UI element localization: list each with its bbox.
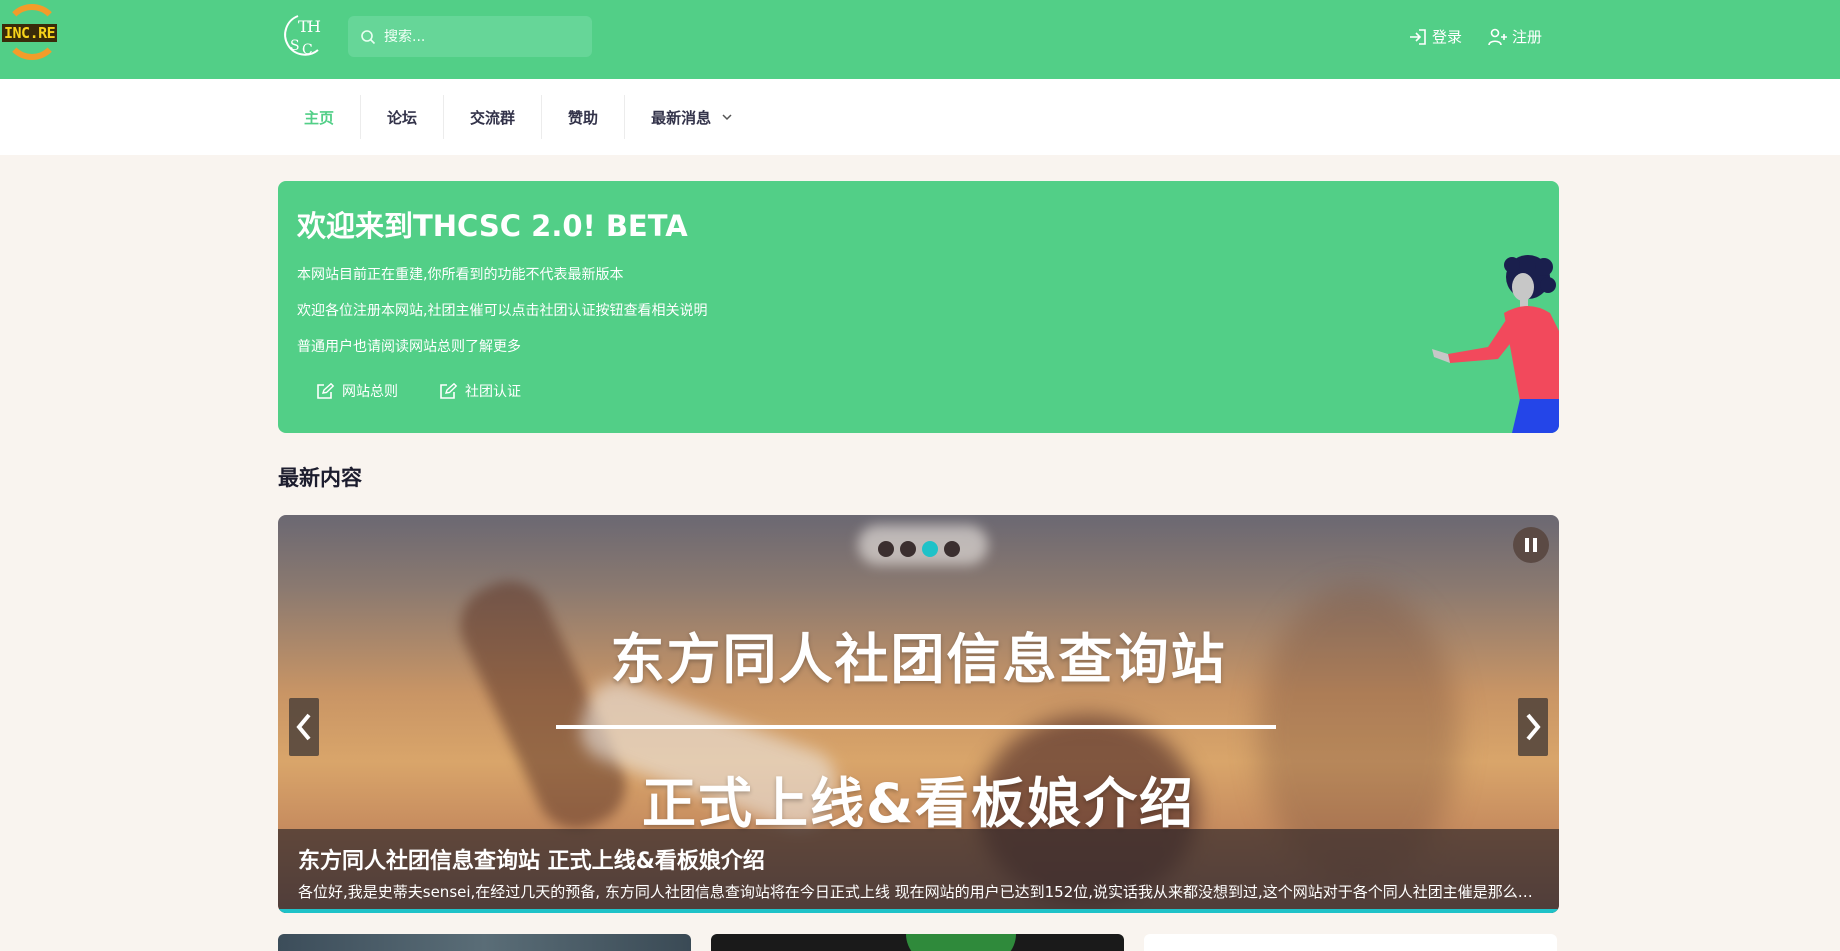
welcome-line-1: 本网站目前正在重建,你所看到的功能不代表最新版本: [297, 267, 624, 283]
nav-item-sponsor[interactable]: 赞助: [542, 95, 626, 139]
nav-item-label: 最新消息: [651, 108, 712, 127]
welcome-panel: 欢迎来到THCSC 2.0! BETA 本网站目前正在重建,你所看到的功能不代表…: [278, 181, 1559, 433]
welcome-line-2: 欢迎各位注册本网站,社团主催可以点击社团认证按钮查看相关说明: [297, 303, 708, 319]
chevron-right-icon: [1526, 713, 1541, 741]
nav-item-home[interactable]: 主页: [278, 95, 362, 139]
inc-re-logo-text: INC.RE: [2, 24, 58, 42]
featured-carousel[interactable]: 东方同人社团信息查询站 正式上线&看板娘介绍 东方同人社团信息查询站 正式上线&…: [278, 515, 1559, 913]
search-icon: [361, 29, 376, 44]
welcome-line-3: 普通用户也请阅读网站总则了解更多: [297, 339, 521, 355]
carousel-dot[interactable]: [944, 541, 960, 557]
login-link[interactable]: 登录: [1408, 26, 1462, 47]
top-header: INC.RE T H S C 登录 注册: [0, 0, 1840, 79]
carousel-caption[interactable]: 东方同人社团信息查询站 正式上线&看板娘介绍 各位好,我是史蒂夫sensei,在…: [278, 829, 1559, 913]
svg-text:C: C: [302, 42, 313, 58]
search-input[interactable]: [384, 28, 584, 45]
register-link[interactable]: 注册: [1488, 26, 1542, 47]
main-nav-bar: 主页 论坛 交流群 赞助 最新消息: [0, 79, 1840, 155]
carousel-prev-button[interactable]: [289, 698, 319, 756]
carousel-indicators: [878, 541, 960, 557]
edit-icon: [317, 382, 335, 399]
nav-item-label: 论坛: [387, 108, 418, 127]
chevron-down-icon: [722, 114, 732, 121]
edit-icon: [440, 382, 458, 399]
login-icon: [1410, 28, 1426, 45]
nav-item-label: 主页: [304, 108, 335, 127]
carousel-dot[interactable]: [878, 541, 894, 557]
register-label: 注册: [1512, 28, 1543, 46]
chevron-left-icon: [296, 713, 311, 741]
content-card[interactable]: [711, 934, 1124, 951]
site-rules-button[interactable]: 网站总则: [316, 381, 398, 401]
svg-text:S: S: [290, 38, 300, 54]
caption-title: 东方同人社团信息查询站 正式上线&看板娘介绍: [298, 849, 765, 874]
carousel-next-button[interactable]: [1518, 698, 1548, 756]
card-thumbnail: [906, 934, 1016, 951]
search-box[interactable]: [348, 16, 592, 57]
nav-item-news[interactable]: 最新消息: [625, 95, 759, 139]
welcome-person-illustration: [1432, 255, 1559, 433]
carousel-dot-active[interactable]: [922, 541, 938, 557]
carousel-progress-bar: [278, 909, 1559, 913]
pause-icon: [1525, 538, 1529, 552]
inc-re-logo[interactable]: INC.RE: [0, 4, 66, 60]
site-rules-label: 网站总则: [342, 384, 398, 400]
banner-headline: 东方同人社团信息查询站: [610, 628, 1227, 691]
caption-text: 各位好,我是史蒂夫sensei,在经过几天的预备, 东方同人社团信息查询站将在今…: [298, 883, 1539, 901]
club-verify-button[interactable]: 社团认证: [439, 381, 521, 401]
welcome-title: 欢迎来到THCSC 2.0! BETA: [297, 209, 688, 243]
login-label: 登录: [1432, 28, 1463, 46]
nav-item-forum[interactable]: 论坛: [361, 95, 445, 139]
main-nav: 主页 论坛 交流群 赞助 最新消息: [278, 95, 759, 139]
thsc-logo[interactable]: T H S C: [278, 10, 326, 60]
content-card[interactable]: [1144, 934, 1557, 951]
section-title: 最新内容: [278, 466, 362, 490]
pause-icon: [1533, 538, 1537, 552]
content-card[interactable]: [278, 934, 691, 951]
pause-button[interactable]: [1513, 527, 1549, 563]
thsc-logo-icon: T H S C: [284, 15, 321, 58]
nav-item-label: 赞助: [568, 108, 599, 127]
nav-item-groups[interactable]: 交流群: [444, 95, 543, 139]
club-verify-label: 社团认证: [465, 384, 521, 400]
carousel-dot[interactable]: [900, 541, 916, 557]
banner-divider: [556, 725, 1276, 729]
add-user-icon: [1488, 28, 1507, 45]
nav-item-label: 交流群: [470, 108, 516, 127]
svg-text:H: H: [307, 17, 321, 36]
banner-subheadline: 正式上线&看板娘介绍: [641, 772, 1196, 835]
